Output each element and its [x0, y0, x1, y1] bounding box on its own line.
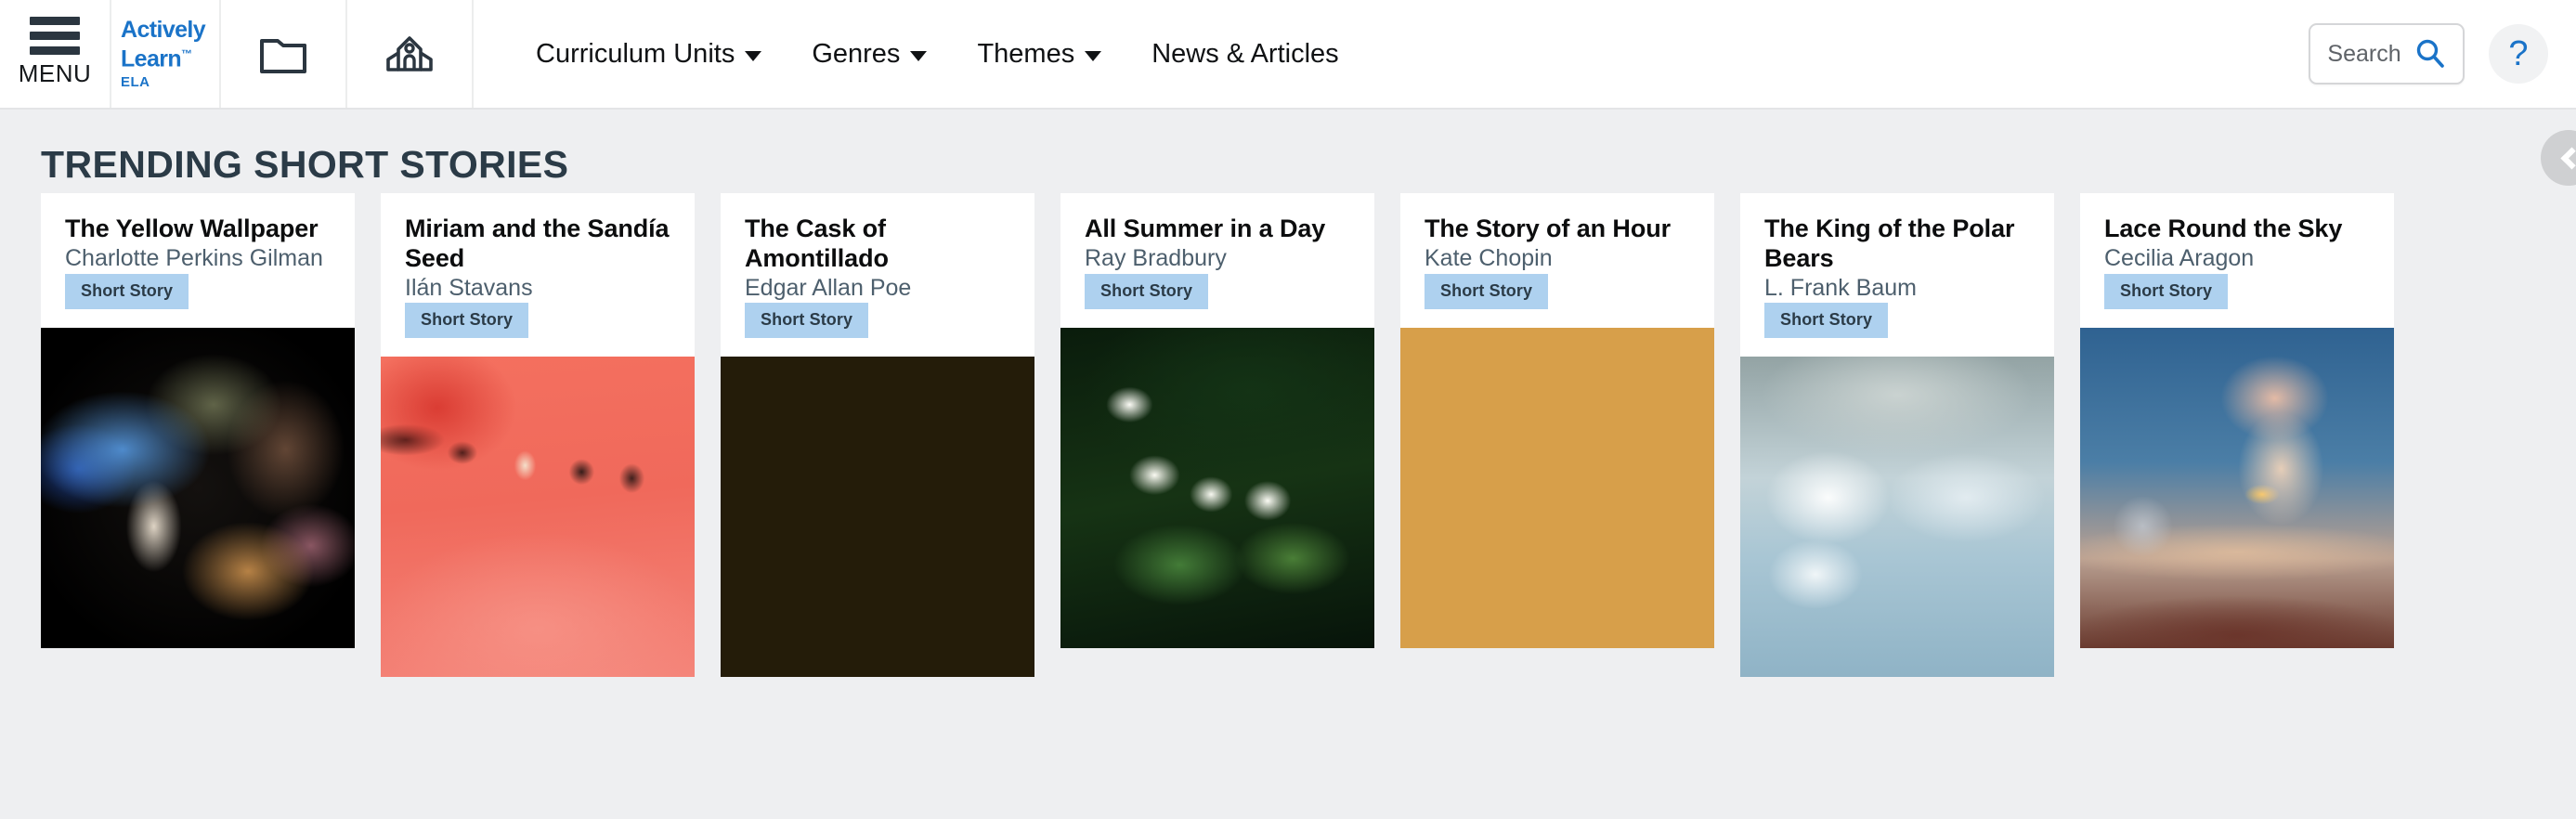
page-title: TRENDING SHORT STORIES: [41, 143, 569, 186]
library-button[interactable]: [221, 0, 347, 108]
card-author: Edgar Allan Poe: [745, 275, 912, 301]
folder-icon: [260, 39, 306, 73]
card-author: Ilán Stavans: [405, 275, 533, 301]
card-title: Miriam and the Sandía Seed: [405, 214, 670, 272]
nav-label: Curriculum Units: [536, 38, 735, 69]
card-title: The Yellow Wallpaper: [65, 214, 319, 242]
card-thumbnail[interactable]: [41, 328, 355, 648]
chevron-down-icon: [1085, 50, 1102, 61]
trademark-mark: ™: [181, 47, 192, 61]
logo[interactable]: Actively Learn™ ELA: [110, 0, 221, 108]
nav-label: News & Articles: [1151, 38, 1339, 69]
help-button[interactable]: ?: [2489, 24, 2548, 84]
nav-label: Genres: [812, 38, 901, 69]
menu-label: MENU: [18, 58, 92, 87]
card-title: All Summer in a Day: [1085, 214, 1326, 242]
search-icon: [2416, 39, 2444, 68]
story-card[interactable]: The Story of an Hour Kate Chopin Short S…: [1400, 193, 1714, 648]
story-card-carousel: The Yellow Wallpaper Charlotte Perkins G…: [0, 188, 2576, 677]
nav-item-genres[interactable]: Genres: [787, 0, 952, 108]
logo-line-2: Learn™: [121, 42, 192, 72]
logo-word: Learn: [121, 46, 182, 72]
card-thumbnail[interactable]: [721, 357, 1034, 677]
main-navigation: Curriculum Units Genres Themes News & Ar…: [474, 0, 1364, 108]
menu-button[interactable]: MENU: [0, 0, 110, 108]
chevron-down-icon: [745, 50, 762, 61]
card-title: The Story of an Hour: [1425, 214, 1672, 242]
site-header: MENU Actively Learn™ ELA Curriculum Unit…: [0, 0, 2576, 110]
card-text-block: The Yellow Wallpaper Charlotte Perkins G…: [41, 193, 355, 328]
story-card[interactable]: The King of the Polar Bears L. Frank Bau…: [1740, 193, 2054, 677]
card-text-block: The King of the Polar Bears L. Frank Bau…: [1740, 193, 2054, 357]
card-text-block: Miriam and the Sandía Seed Ilán Stavans …: [381, 193, 695, 357]
card-title: The King of the Polar Bears: [1764, 214, 2015, 272]
card-thumbnail[interactable]: [1060, 328, 1374, 648]
story-card[interactable]: The Yellow Wallpaper Charlotte Perkins G…: [41, 193, 355, 648]
hamburger-icon: [30, 16, 80, 55]
logo-subject: ELA: [121, 73, 150, 90]
story-card[interactable]: Miriam and the Sandía Seed Ilán Stavans …: [381, 193, 695, 677]
search-placeholder: Search: [2327, 40, 2401, 67]
card-title: Lace Round the Sky: [2104, 214, 2343, 242]
status-badge: Short Story: [405, 303, 529, 338]
card-text-block: All Summer in a Day Ray Bradbury Short S…: [1060, 193, 1374, 328]
card-thumbnail[interactable]: [1400, 328, 1714, 648]
section-header: TRENDING SHORT STORIES: [0, 110, 2576, 188]
status-badge: Short Story: [65, 274, 189, 309]
logo-line-1: Actively: [121, 17, 206, 44]
school-button[interactable]: [347, 0, 474, 108]
question-mark-icon: ?: [2508, 33, 2529, 73]
status-badge: Short Story: [2104, 274, 2229, 309]
story-card[interactable]: Lace Round the Sky Cecilia Aragon Short …: [2080, 193, 2394, 648]
header-actions: Search ?: [2309, 0, 2576, 108]
card-thumbnail[interactable]: [2080, 328, 2394, 648]
card-thumbnail[interactable]: [1740, 357, 2054, 677]
nav-item-themes[interactable]: Themes: [952, 0, 1126, 108]
card-text-block: The Story of an Hour Kate Chopin Short S…: [1400, 193, 1714, 328]
nav-item-news-articles[interactable]: News & Articles: [1126, 0, 1363, 108]
chevron-left-icon: [2559, 146, 2576, 170]
nav-item-curriculum-units[interactable]: Curriculum Units: [511, 0, 787, 108]
story-card[interactable]: The Cask of Amontillado Edgar Allan Poe …: [721, 193, 1034, 677]
card-author: Ray Bradbury: [1085, 245, 1227, 271]
card-title: The Cask of Amontillado: [745, 214, 889, 272]
card-text-block: Lace Round the Sky Cecilia Aragon Short …: [2080, 193, 2394, 328]
card-author: Charlotte Perkins Gilman: [65, 245, 323, 271]
card-text-block: The Cask of Amontillado Edgar Allan Poe …: [721, 193, 1034, 357]
search-input[interactable]: Search: [2309, 23, 2465, 84]
card-author: L. Frank Baum: [1764, 275, 1917, 301]
card-thumbnail[interactable]: [381, 357, 695, 677]
chevron-down-icon: [910, 50, 928, 61]
story-card[interactable]: All Summer in a Day Ray Bradbury Short S…: [1060, 193, 1374, 648]
status-badge: Short Story: [1764, 303, 1889, 338]
status-badge: Short Story: [745, 303, 869, 338]
card-author: Kate Chopin: [1425, 245, 1553, 271]
card-author: Cecilia Aragon: [2104, 245, 2255, 271]
school-icon: [386, 36, 433, 72]
nav-label: Themes: [977, 38, 1075, 69]
status-badge: Short Story: [1085, 274, 1209, 309]
status-badge: Short Story: [1425, 274, 1549, 309]
